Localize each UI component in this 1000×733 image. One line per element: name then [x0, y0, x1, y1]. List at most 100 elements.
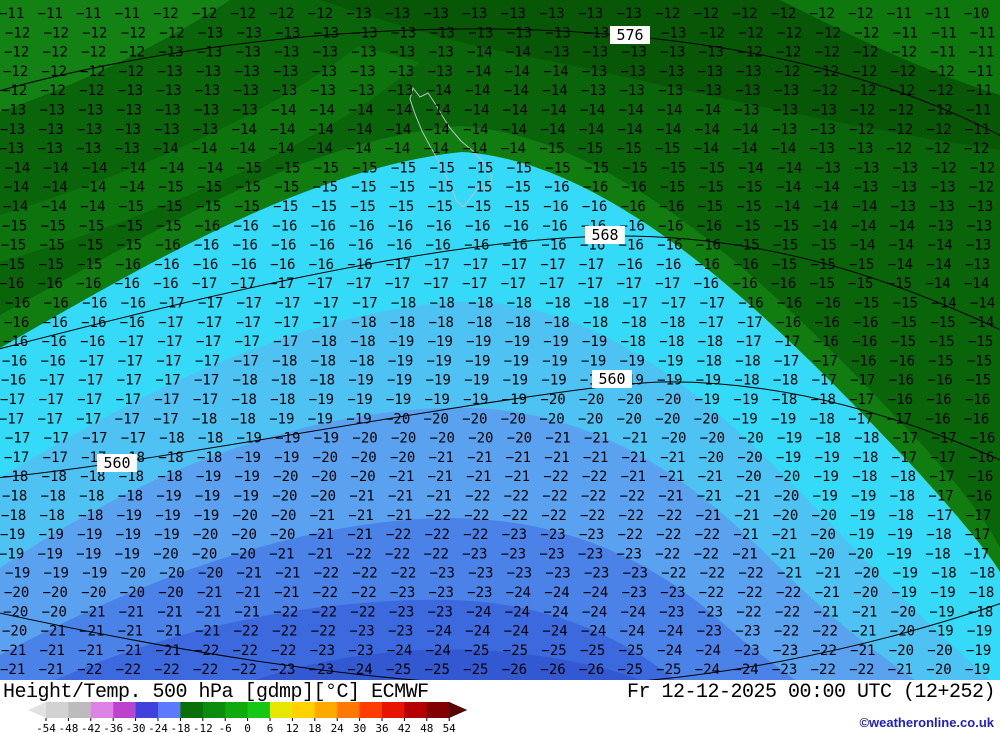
- temperature-value: −15: [854, 296, 879, 312]
- temperature-value: −17: [195, 353, 220, 369]
- temperature-value: −22: [619, 508, 644, 524]
- temperature-value: −16: [582, 199, 607, 215]
- temperature-value: −13: [968, 199, 993, 215]
- temperature-value: −17: [237, 296, 262, 312]
- temperature-value: −15: [929, 334, 954, 350]
- temperature-value: −21: [275, 566, 300, 582]
- temperature-value: −13: [391, 25, 416, 41]
- temperature-value: −19: [815, 450, 840, 466]
- scale-tick-label: -54: [36, 722, 56, 733]
- temperature-value: −22: [737, 585, 762, 601]
- temperature-value: −15: [237, 160, 262, 176]
- temperature-value: −14: [271, 103, 296, 119]
- temperature-value: −11: [38, 6, 63, 22]
- temperature-value: −15: [235, 199, 260, 215]
- temperature-value: −18: [583, 315, 608, 331]
- temperature-value: −14: [927, 238, 952, 254]
- temperature-value: −15: [313, 180, 338, 196]
- temperature-value: −18: [158, 450, 183, 466]
- temperature-value: −20: [539, 411, 564, 427]
- temperature-value: −20: [927, 643, 952, 659]
- copyright-link[interactable]: ©weatheronline.co.uk: [859, 715, 994, 730]
- temperature-value: −16: [622, 180, 647, 196]
- temperature-value: −20: [192, 546, 217, 562]
- temperature-value: −16: [44, 296, 69, 312]
- temperature-value: −16: [42, 334, 67, 350]
- temperature-value: −19: [850, 508, 875, 524]
- temperature-value: −21: [815, 585, 840, 601]
- temperature-value: −13: [313, 45, 338, 61]
- temperature-value: −15: [506, 180, 531, 196]
- temperature-value: −20: [312, 469, 337, 485]
- temperature-value: −24: [466, 604, 491, 620]
- temperature-value: −18: [734, 373, 759, 389]
- temperature-value: −20: [158, 585, 183, 601]
- temperature-value: −17: [463, 257, 488, 273]
- temperature-value: −19: [196, 469, 221, 485]
- temperature-value: −16: [733, 257, 758, 273]
- scale-segment: [158, 702, 181, 718]
- footer: Height/Temp. 500 hPa [gdmp][°C] ECMWF Fr…: [0, 680, 1000, 733]
- temperature-value: −23: [467, 585, 492, 601]
- temperature-value: −18: [772, 392, 797, 408]
- temperature-value: −13: [853, 180, 878, 196]
- temperature-value: −19: [502, 392, 527, 408]
- temperature-value: −22: [620, 489, 645, 505]
- temperature-value: −12: [694, 6, 719, 22]
- temperature-value: −18: [40, 508, 65, 524]
- temperature-value: −16: [81, 315, 106, 331]
- temperature-value: −16: [695, 257, 720, 273]
- temperature-value: −21: [545, 431, 570, 447]
- temperature-value: −14: [540, 122, 565, 138]
- temperature-value: −17: [38, 411, 63, 427]
- temperature-value: −22: [313, 585, 338, 601]
- temperature-value: −13: [235, 64, 260, 80]
- temperature-value: −21: [310, 508, 335, 524]
- temperature-value: −12: [771, 6, 796, 22]
- temperature-value: −19: [347, 392, 372, 408]
- temperature-value: −12: [700, 25, 725, 41]
- temperature-value: −17: [269, 276, 294, 292]
- temperature-value: −21: [771, 546, 796, 562]
- scale-tick-label: -42: [81, 722, 101, 733]
- temperature-value: −22: [426, 508, 451, 524]
- temperature-value: −16: [969, 450, 994, 466]
- temperature-value: −17: [462, 276, 487, 292]
- temperature-value: −19: [269, 411, 294, 427]
- temperature-value: −13: [234, 83, 259, 99]
- scale-tick-label: 12: [286, 722, 299, 733]
- temperature-value: −24: [504, 624, 529, 640]
- temperature-value: −16: [970, 431, 995, 447]
- temperature-value: −21: [659, 469, 684, 485]
- temperature-value: −14: [120, 180, 145, 196]
- temperature-value: −16: [696, 238, 721, 254]
- temperature-value: −22: [503, 508, 528, 524]
- temperature-value: −14: [970, 296, 995, 312]
- temperature-value: −24: [505, 604, 530, 620]
- temperature-value: −23: [622, 585, 647, 601]
- temperature-value: −13: [848, 141, 873, 157]
- contour-label: 560: [103, 454, 130, 472]
- temperature-value: −13: [773, 103, 798, 119]
- temperature-value: −21: [623, 431, 648, 447]
- temperature-value: −22: [391, 566, 416, 582]
- temperature-value: −17: [234, 353, 259, 369]
- temperature-value: −15: [578, 141, 603, 157]
- temperature-value: −13: [545, 25, 570, 41]
- temperature-value: −20: [313, 450, 338, 466]
- temperature-value: −15: [350, 199, 375, 215]
- scale-segment: [292, 702, 315, 718]
- temperature-value: −12: [889, 103, 914, 119]
- temperature-value: −12: [890, 83, 915, 99]
- temperature-value: −20: [661, 431, 686, 447]
- temperature-value: −23: [462, 546, 487, 562]
- scale-tick-label: -6: [219, 722, 232, 733]
- temperature-value: −22: [234, 624, 259, 640]
- temperature-value: −18: [925, 546, 950, 562]
- temperature-value: −12: [121, 25, 146, 41]
- temperature-value: −20: [736, 469, 761, 485]
- temperature-value: −20: [271, 508, 296, 524]
- temperature-value: −15: [390, 180, 415, 196]
- temperature-value: −16: [815, 315, 840, 331]
- temperature-value: −22: [311, 624, 336, 640]
